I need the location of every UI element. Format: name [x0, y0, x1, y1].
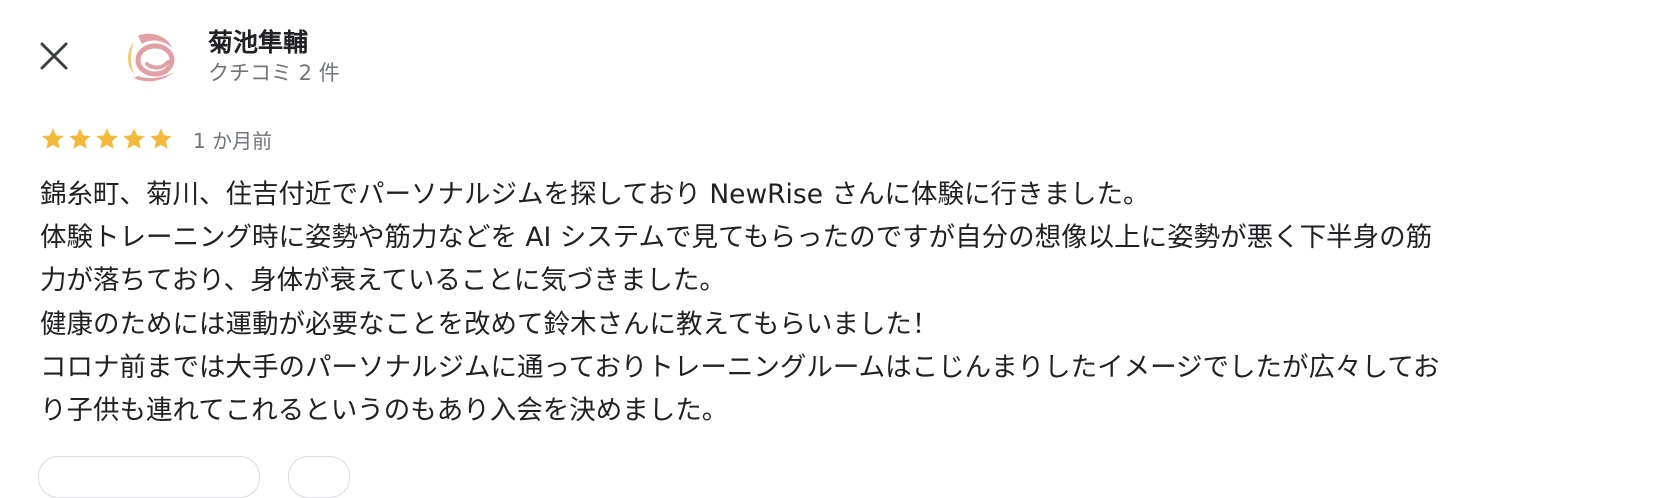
review-line: 体験トレーニング時に姿勢や筋力などを AI システムで見てもらったのですが自分の… [40, 222, 1433, 254]
review-line: 力が落ちており、身体が衰えていることに気づきました。 [40, 265, 726, 297]
like-button[interactable] [38, 456, 260, 498]
avatar-logo-icon [128, 33, 175, 82]
star-icon [96, 128, 118, 149]
avatar[interactable] [120, 26, 182, 88]
close-icon [40, 42, 68, 70]
star-icon [123, 128, 145, 149]
star-icon [150, 128, 172, 149]
reviewer-name[interactable]: 菊池隼輔 [208, 26, 308, 60]
star-icon [42, 128, 64, 149]
close-button[interactable] [36, 38, 72, 74]
review-date: 1 か月前 [193, 128, 273, 153]
share-button[interactable] [288, 456, 350, 498]
review-line: り子供も連れてこれるというのもあり入会を決めました。 [40, 395, 729, 427]
review-line: 健康のためには運動が必要なことを改めて鈴木さんに教えてもらいました！ [40, 308, 939, 340]
review-text: 錦糸町、菊川、住吉付近でパーソナルジムを探しており NewRise さんに体験に… [40, 173, 1640, 432]
review-count: クチコミ 2 件 [208, 61, 340, 85]
review-line: コロナ前までは大手のパーソナルジムに通っておりトレーニングルームはこじんまりした… [40, 351, 1440, 383]
rating-row: 1 か月前 [40, 124, 272, 154]
star-rating [40, 126, 174, 152]
star-icon [69, 128, 91, 149]
review-line: 錦糸町、菊川、住吉付近でパーソナルジムを探しており NewRise さんに体験に… [40, 179, 1150, 210]
